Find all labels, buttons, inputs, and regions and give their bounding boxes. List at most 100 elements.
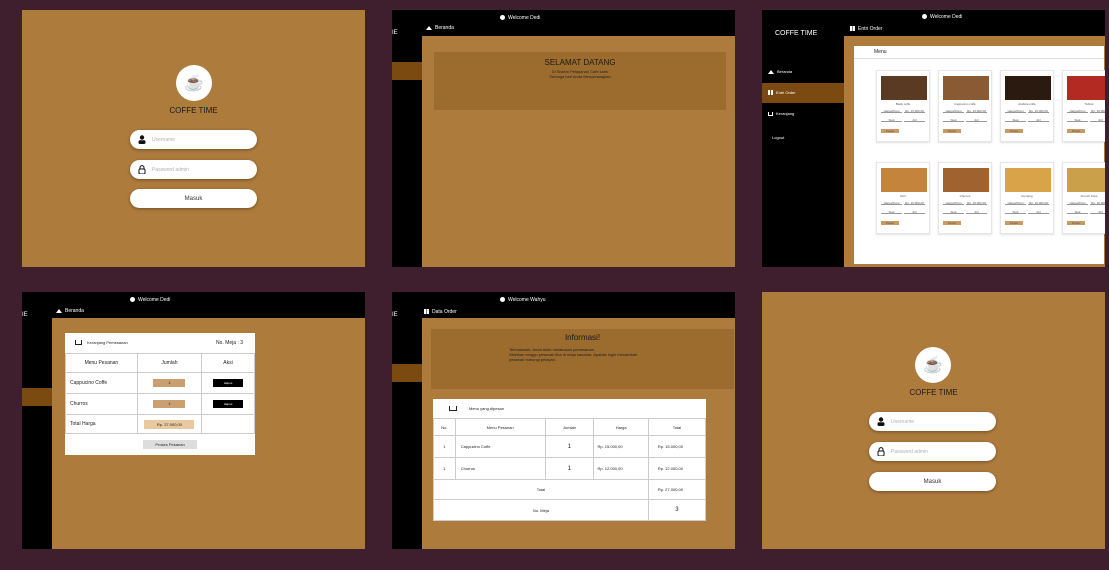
- welcome-user: Welcome Dedi: [922, 14, 962, 20]
- main-content: Keranjang Pemesanan No. Meja : 3 Menu Pe…: [52, 318, 365, 549]
- password-field[interactable]: Password admin: [869, 442, 996, 461]
- qty-input[interactable]: Jml: [904, 118, 925, 122]
- card-field: Rp. 15.000,00: [1028, 201, 1049, 205]
- order-button[interactable]: Pesan: [881, 221, 899, 225]
- login-button[interactable]: Masuk: [869, 472, 996, 491]
- menu-card: Churros Harga/Porsi Rp. 15.000,00 Stok Jml Pe…: [938, 162, 992, 234]
- qty-input[interactable]: Jml: [1090, 210, 1105, 214]
- card-field: Stok: [1005, 118, 1026, 122]
- coffee-cup-icon: ☕: [915, 347, 951, 383]
- total-label: Total Harga: [65, 414, 138, 434]
- sidebar-item-label: Logout: [772, 135, 785, 140]
- order-button[interactable]: Pesan: [943, 221, 961, 225]
- price-row: Harga/PorsiRp. 15.000,00: [1067, 201, 1105, 205]
- username-field[interactable]: Username: [869, 412, 996, 431]
- delete-button[interactable]: Hapus: [213, 400, 244, 408]
- sidebar-item-label: Beranda: [777, 69, 793, 74]
- order-button[interactable]: Pesan: [881, 129, 899, 133]
- login-screen: ☕ COFFE TIME Username Password admin Mas…: [22, 10, 365, 267]
- qty-input[interactable]: Jml: [966, 210, 987, 214]
- stock-qty-row: Stok Jml: [943, 118, 987, 122]
- user-icon: [130, 297, 135, 303]
- table-row: 1 Churros 1 Rp. 12.000,00 Rp. 12.000,00: [433, 457, 707, 480]
- menu-card: Roti Harga/Porsi Rp. 15.000,00 Stok Jml Pesan: [876, 162, 930, 234]
- col-qty: Jumlah: [544, 418, 595, 436]
- card-field: Rp. 15.000,00: [904, 109, 925, 113]
- card-field: Harga/Porsi: [881, 201, 902, 205]
- card-field: Harga/Porsi: [943, 109, 964, 113]
- card-field: Stok: [1067, 118, 1088, 122]
- qty-input[interactable]: Jml: [1028, 118, 1049, 122]
- menu-item-image: [1067, 168, 1105, 192]
- user-icon: [500, 297, 505, 303]
- menu-card: Cappucino coffe Harga/Porsi Rp. 15.000,00 S…: [938, 70, 992, 142]
- password-placeholder: Password admin: [891, 448, 928, 455]
- nav-home-link[interactable]: Beranda: [426, 25, 454, 31]
- item-name: Cappucino Coffe: [454, 435, 546, 458]
- login-button[interactable]: Masuk: [130, 189, 257, 208]
- lock-icon: [138, 165, 146, 174]
- card-field: Rp. 15.000,00: [966, 201, 987, 205]
- sidebar-item-entri-order[interactable]: Entri Order: [762, 83, 844, 103]
- table-row: Cappucino Coffe 1 Hapus: [65, 372, 255, 394]
- order-button[interactable]: Pesan: [1067, 129, 1085, 133]
- order-button[interactable]: Pesan: [1005, 221, 1023, 225]
- page-title-text: Entri Order: [858, 26, 883, 32]
- card-field: Rp. 15.000,00: [1090, 109, 1105, 113]
- col-price: Harga: [593, 418, 649, 436]
- lock-icon: [877, 447, 885, 456]
- nav-home-link[interactable]: Beranda: [56, 308, 84, 314]
- total-value: Rp. 27.000,00: [144, 419, 195, 429]
- main-content: Informasi! Terimakasih, Anda telah melak…: [422, 318, 735, 549]
- qty-input[interactable]: Jml: [1028, 210, 1049, 214]
- sidebar-item-logout[interactable]: Logout: [762, 132, 844, 144]
- card-field: Stok: [943, 210, 964, 214]
- order-summary-panel: Menu yang dipesan No. Menu Pesanan Jumla…: [433, 399, 707, 521]
- home-screen: Welcome Dedi Beranda IE SELAMAT DATANG D…: [392, 10, 735, 267]
- order-button[interactable]: Pesan: [943, 129, 961, 133]
- welcome-user-text: Welcome Dedi: [930, 14, 963, 20]
- info-box: Informasi! Terimakasih, Anda telah melak…: [431, 329, 734, 389]
- item-name: Churros: [65, 393, 138, 415]
- sidebar-item-label: Entri Order: [776, 90, 796, 95]
- action-cell: Hapus: [201, 372, 255, 394]
- menu-item-name: Tubruk: [1084, 102, 1094, 106]
- empty-cell: [201, 414, 255, 434]
- order-button[interactable]: Pesan: [1067, 221, 1085, 225]
- qty-input[interactable]: Jml: [1090, 118, 1105, 122]
- home-icon: [56, 308, 62, 313]
- password-field[interactable]: Password admin: [130, 160, 257, 179]
- username-field[interactable]: Username: [130, 130, 257, 149]
- delete-button[interactable]: Hapus: [213, 379, 244, 387]
- qty-cell: 1: [136, 372, 203, 394]
- process-order-button[interactable]: Proses Pesanan: [143, 440, 197, 449]
- price-row: Harga/PorsiRp. 15.000,00: [881, 109, 925, 113]
- cart-panel: Keranjang Pemesanan No. Meja : 3 Menu Pe…: [65, 333, 255, 455]
- welcome-box: SELAMAT DATANG Di Sistem Pelayanan Cafe …: [434, 52, 726, 110]
- cart-header: Keranjang Pemesanan No. Meja : 3: [65, 333, 255, 353]
- qty-cell: 1: [136, 393, 203, 415]
- qty-input[interactable]: Jml: [966, 118, 987, 122]
- card-field: Rp. 15.000,00: [966, 109, 987, 113]
- sidebar-item-beranda[interactable]: Beranda: [762, 66, 844, 78]
- login-screen-2: ☕ COFFE TIME Username Password admin Mas…: [762, 292, 1105, 549]
- menu-card: Tubruk Harga/PorsiRp. 15.000,00 StokJml Pes…: [1062, 70, 1105, 142]
- order-button[interactable]: Pesan: [1005, 129, 1023, 133]
- menu-item-image: [943, 76, 989, 100]
- menu-card: Arabica coffe Harga/Porsi Rp. 15.000,00 Sto…: [1000, 70, 1054, 142]
- card-field: Rp. 15.000,00: [1028, 109, 1049, 113]
- sidebar-item-label: Keranjang: [776, 111, 795, 116]
- cart-title: Keranjang Pemesanan: [87, 340, 128, 345]
- col-action: Aksi: [201, 353, 255, 373]
- sidebar-item-keranjang[interactable]: Keranjang: [762, 108, 844, 120]
- table-row: Churros 1 Hapus: [65, 393, 255, 415]
- qty-input[interactable]: Jml: [904, 210, 925, 214]
- qty-stepper[interactable]: 1: [153, 400, 186, 408]
- table-number-label: No. Meja: [433, 499, 649, 521]
- top-bar: Welcome Wahyu Data Order: [392, 292, 735, 318]
- info-line-3: pesanan hubungi pelayan.: [509, 357, 556, 362]
- qty-stepper[interactable]: 1: [153, 379, 186, 387]
- card-field: Stok: [881, 118, 902, 122]
- welcome-line-2: Semoga hari Anda Menyenangkan: [549, 74, 611, 79]
- user-icon: [138, 135, 146, 144]
